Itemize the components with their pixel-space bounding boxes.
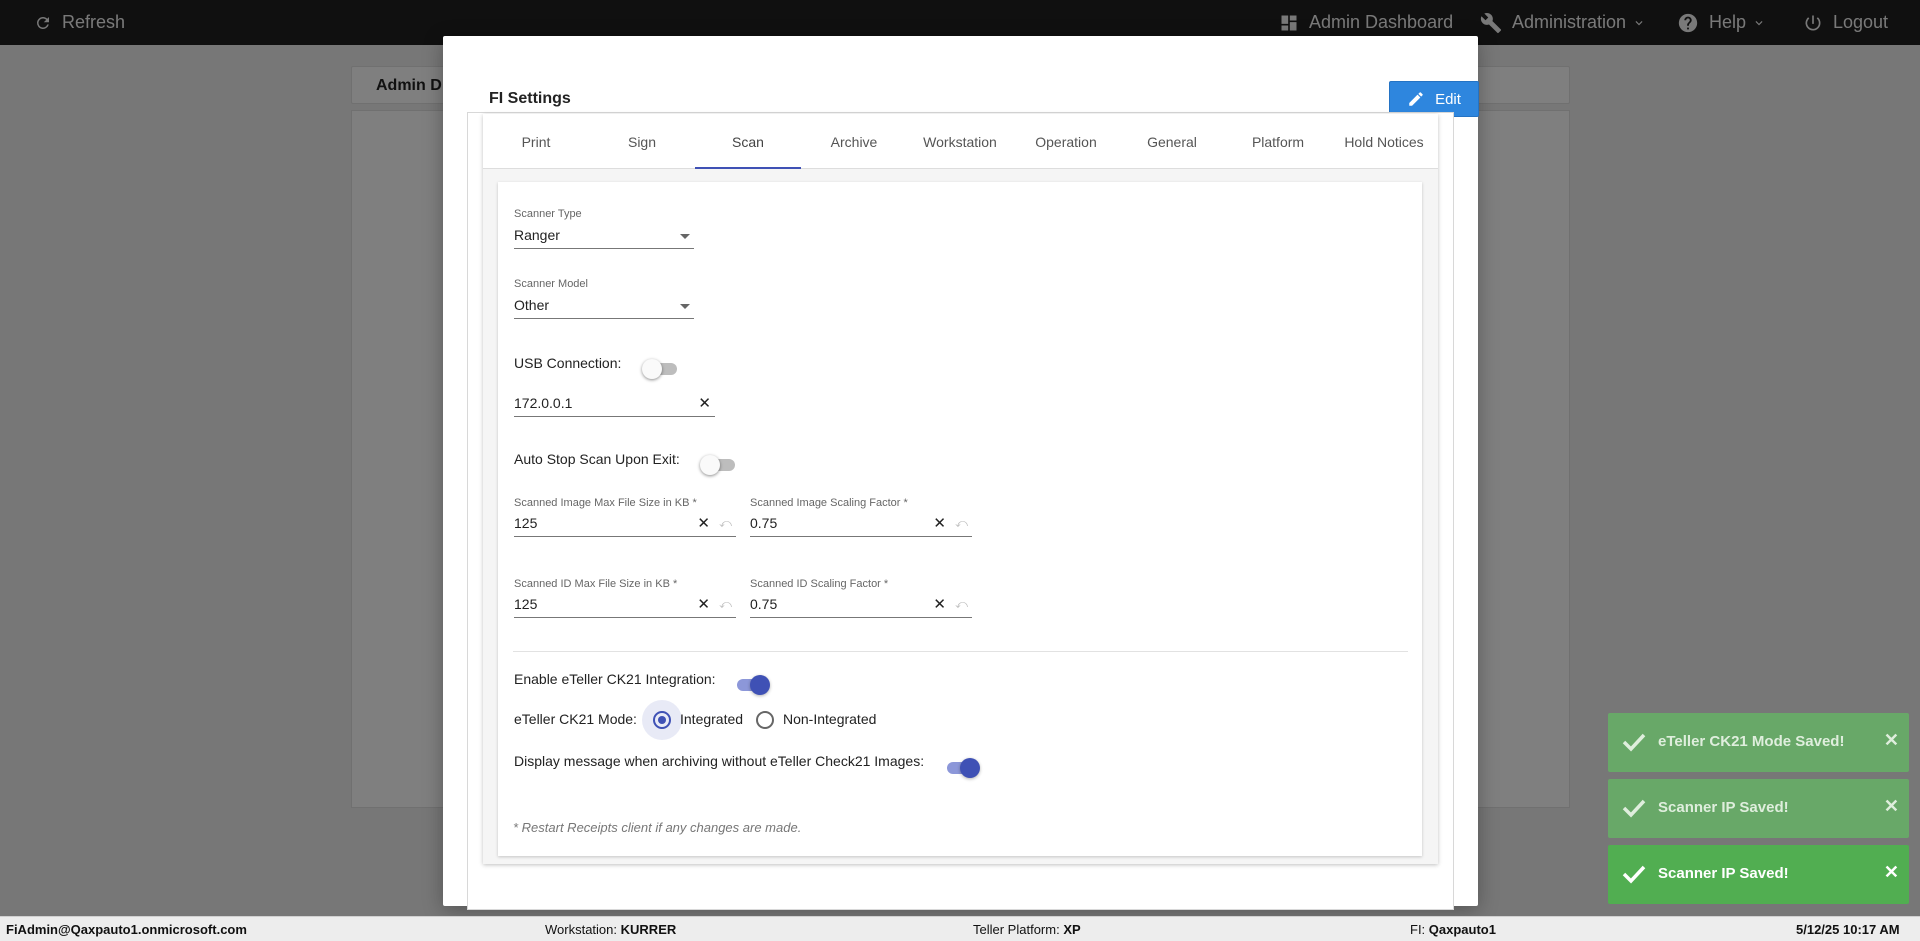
close-icon[interactable]: ✕ (1884, 730, 1899, 751)
radio-integrated[interactable] (653, 711, 671, 729)
id-scaling-input[interactable]: 0.75 ✕ ⤺ (750, 593, 972, 618)
scanner-type-select[interactable]: Ranger (514, 224, 694, 249)
toggle-knob (642, 359, 662, 379)
toast-message: eTeller CK21 Mode Saved! (1658, 733, 1845, 750)
image-max-size-label: Scanned Image Max File Size in KB * (514, 497, 697, 509)
toggle-knob (700, 455, 720, 475)
status-fi: FI: Qaxpauto1 (1410, 922, 1496, 937)
undo-icon[interactable]: ⤺ (955, 597, 968, 612)
clear-icon[interactable]: ✕ (933, 514, 946, 532)
image-scaling-value: 0.75 (750, 515, 778, 531)
ck21-enable-label: Enable eTeller CK21 Integration: (514, 671, 716, 687)
toggle-knob (960, 758, 980, 778)
tab-platform[interactable]: Platform (1225, 114, 1331, 169)
auto-stop-label: Auto Stop Scan Upon Exit: (514, 451, 680, 467)
section-divider (513, 651, 1408, 652)
status-workstation: Workstation: KURRER (545, 922, 677, 937)
scanner-ip-input[interactable]: 172.0.0.1 ✕ (514, 392, 715, 417)
toast-notification: eTeller CK21 Mode Saved! ✕ (1608, 713, 1909, 772)
undo-icon[interactable]: ⤺ (955, 516, 968, 531)
toggle-knob (750, 675, 770, 695)
undo-icon[interactable]: ⤺ (719, 597, 732, 612)
scanner-type-value: Ranger (514, 227, 560, 243)
image-scaling-input[interactable]: 0.75 ✕ ⤺ (750, 512, 972, 537)
display-message-toggle[interactable] (944, 756, 980, 778)
settings-tabs-card: Print Sign Scan Archive Workstation Oper… (483, 114, 1438, 864)
scanner-type-label: Scanner Type (514, 208, 582, 220)
status-bar: FiAdmin@Qaxpauto1.onmicrosoft.com Workst… (0, 916, 1920, 941)
scanner-model-value: Other (514, 297, 550, 313)
tab-scan[interactable]: Scan (695, 114, 801, 169)
close-icon[interactable]: ✕ (1884, 796, 1899, 817)
image-max-size-value: 125 (514, 515, 538, 531)
restart-note: * Restart Receipts client if any changes… (513, 820, 802, 835)
fi-settings-modal: FI Settings Edit Print Sign Scan Archive… (443, 36, 1479, 910)
display-message-label: Display message when archiving without e… (514, 753, 925, 769)
clear-icon[interactable]: ✕ (698, 394, 711, 412)
radio-non-integrated-label[interactable]: Non-Integrated (783, 711, 876, 727)
checkmark-icon (1622, 865, 1646, 884)
checkmark-icon (1622, 799, 1646, 818)
auto-stop-toggle[interactable] (700, 453, 736, 475)
id-scaling-value: 0.75 (750, 596, 778, 612)
id-max-size-value: 125 (514, 596, 538, 612)
radio-integrated-label[interactable]: Integrated (680, 711, 743, 727)
close-icon[interactable]: ✕ (1884, 862, 1899, 883)
clear-icon[interactable]: ✕ (697, 514, 710, 532)
toast-notification: Scanner IP Saved! ✕ (1608, 779, 1909, 838)
tab-sign[interactable]: Sign (589, 114, 695, 169)
toast-notification: Scanner IP Saved! ✕ (1608, 845, 1909, 904)
scan-settings-panel: Scanner Type Ranger Scanner Model Other … (498, 182, 1422, 856)
settings-tabs: Print Sign Scan Archive Workstation Oper… (483, 114, 1438, 169)
clear-icon[interactable]: ✕ (697, 595, 710, 613)
checkmark-icon (1622, 733, 1646, 752)
ck21-enable-toggle[interactable] (734, 673, 770, 695)
tab-general[interactable]: General (1119, 114, 1225, 169)
tab-hold-notices[interactable]: Hold Notices (1331, 114, 1437, 169)
id-max-size-input[interactable]: 125 ✕ ⤺ (514, 593, 736, 618)
tab-archive[interactable]: Archive (801, 114, 907, 169)
dropdown-caret-icon (680, 234, 690, 239)
id-max-size-label: Scanned ID Max File Size in KB * (514, 578, 678, 590)
pencil-icon (1409, 92, 1423, 106)
status-datetime: 5/12/25 10:17 AM (1796, 922, 1900, 937)
usb-connection-label: USB Connection: (514, 355, 622, 371)
tab-workstation[interactable]: Workstation (907, 114, 1013, 169)
image-scaling-label: Scanned Image Scaling Factor * (750, 497, 908, 509)
tab-print[interactable]: Print (483, 114, 589, 169)
undo-icon[interactable]: ⤺ (719, 516, 732, 531)
radio-non-integrated[interactable] (756, 711, 774, 729)
image-max-size-input[interactable]: 125 ✕ ⤺ (514, 512, 736, 537)
clear-icon[interactable]: ✕ (933, 595, 946, 613)
id-scaling-label: Scanned ID Scaling Factor * (750, 578, 889, 590)
dropdown-caret-icon (680, 304, 690, 309)
usb-connection-toggle[interactable] (642, 357, 678, 379)
scanner-model-label: Scanner Model (514, 278, 588, 290)
edit-label: Edit (1435, 90, 1461, 108)
toast-message: Scanner IP Saved! (1658, 865, 1789, 882)
ck21-mode-label: eTeller CK21 Mode: (514, 711, 637, 727)
tab-operation[interactable]: Operation (1013, 114, 1119, 169)
toast-message: Scanner IP Saved! (1658, 799, 1789, 816)
status-platform: Teller Platform: XP (973, 922, 1081, 937)
status-user: FiAdmin@Qaxpauto1.onmicrosoft.com (6, 922, 247, 937)
scanner-ip-value: 172.0.0.1 (514, 395, 573, 411)
scanner-model-select[interactable]: Other (514, 294, 694, 319)
modal-title: FI Settings (489, 90, 571, 107)
